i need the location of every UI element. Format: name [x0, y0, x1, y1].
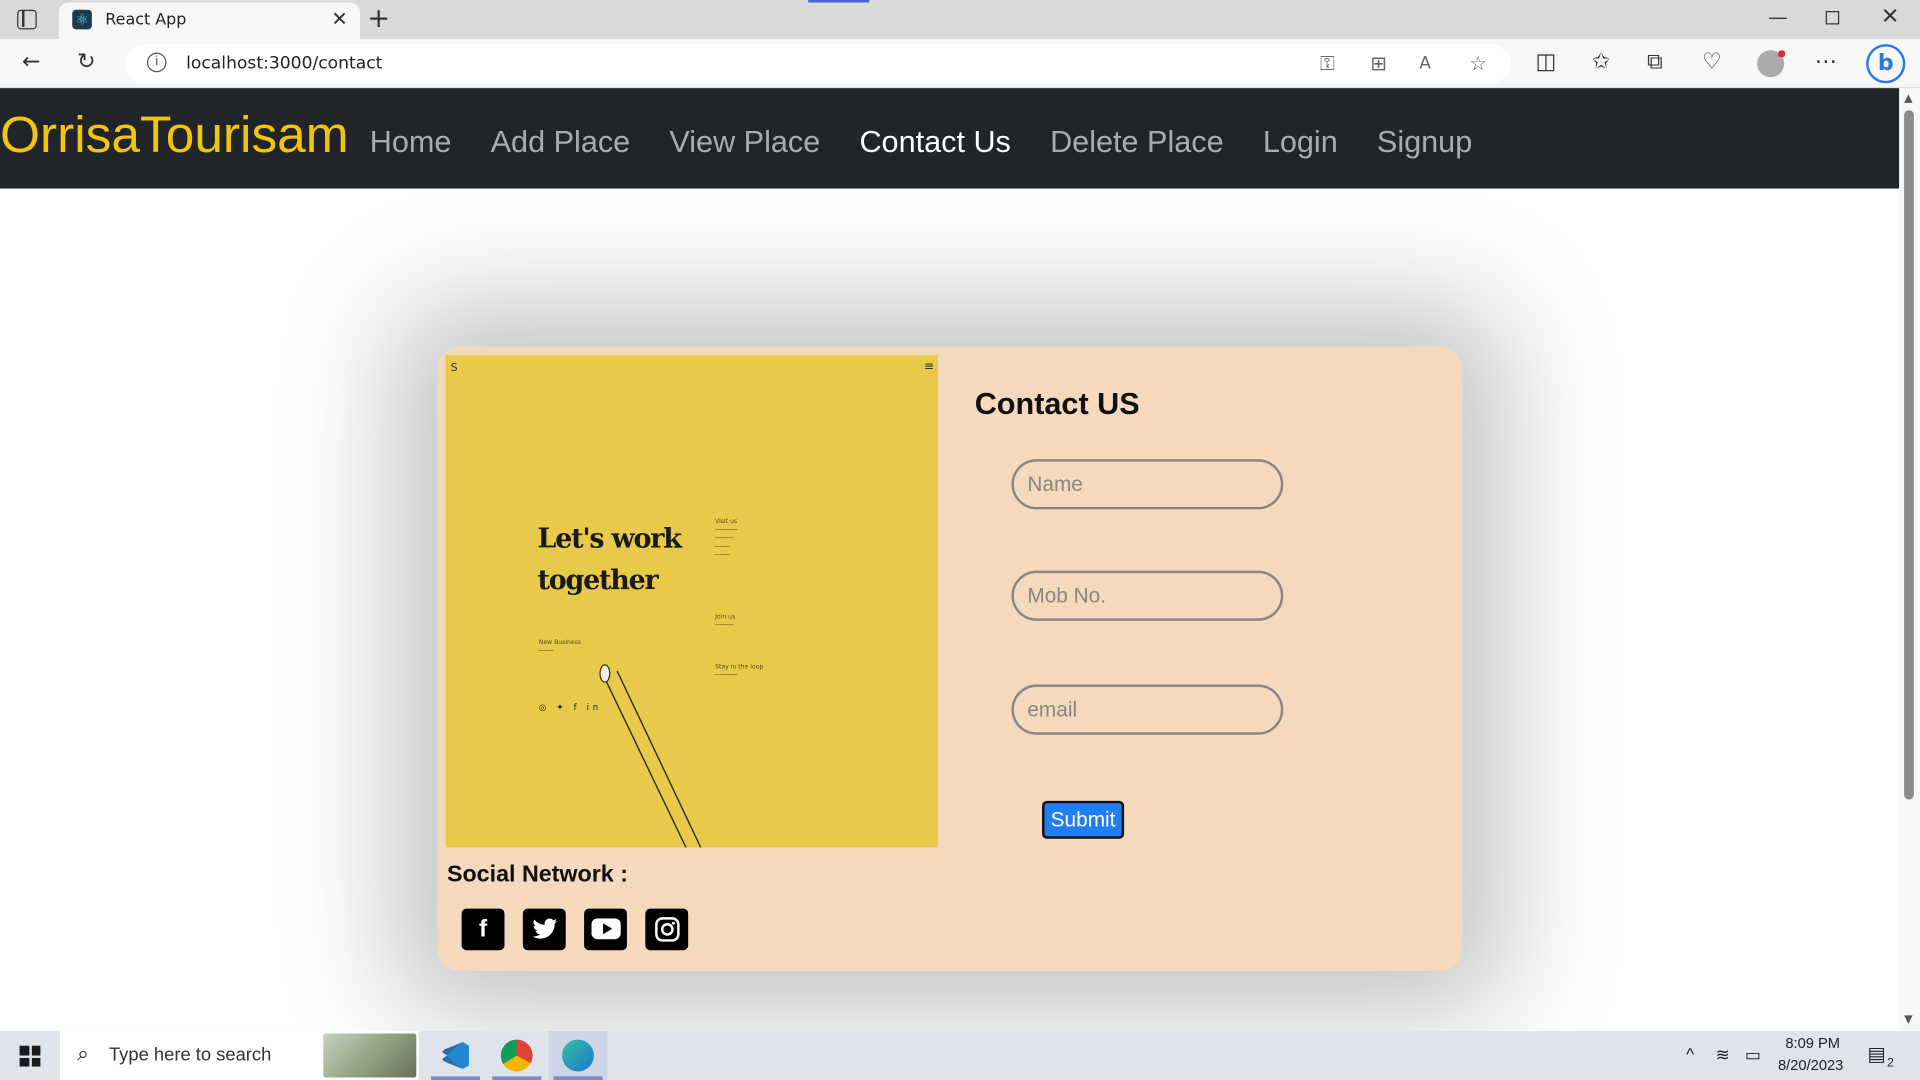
- window-restore-button[interactable]: [1825, 11, 1840, 25]
- tray-overflow-icon[interactable]: ^: [1686, 1044, 1694, 1064]
- poster-visit-block: Visit us ────── ───── ──── ────: [715, 517, 738, 560]
- chrome-taskbar-icon[interactable]: [487, 1031, 546, 1080]
- windows-start-icon[interactable]: [19, 1045, 41, 1067]
- twitter-icon[interactable]: [522, 908, 566, 951]
- poster-join-block: Join us ─────: [715, 613, 736, 630]
- brand-logo[interactable]: OrrisaTourisam: [0, 105, 349, 164]
- poster-loop-block: Stay in the loop ──────: [715, 663, 764, 680]
- browser-toolbar: ← ↻ i localhost:3000/contact ⚿ ⊞ A ☆ ◫ ✩…: [0, 39, 1920, 89]
- tab-actions-icon[interactable]: [17, 9, 37, 30]
- taskbar-search-placeholder[interactable]: Type here to search: [109, 1044, 271, 1065]
- nav-view-place[interactable]: View Place: [669, 125, 820, 161]
- notification-count: 2: [1886, 1056, 1894, 1071]
- loading-indicator: [808, 0, 870, 3]
- back-icon[interactable]: ←: [22, 49, 40, 76]
- youtube-icon[interactable]: [584, 908, 627, 951]
- scroll-down-icon[interactable]: ▼: [1904, 1014, 1912, 1026]
- nav-contact-us[interactable]: Contact Us: [859, 125, 1010, 161]
- contact-form-title: Contact US: [974, 386, 1140, 422]
- poster-headline: Let's work together: [537, 522, 682, 597]
- edge-taskbar-icon[interactable]: [548, 1031, 608, 1080]
- page-scrollbar[interactable]: ▲ ▼: [1899, 88, 1920, 1032]
- favorites-icon[interactable]: ✩: [1592, 49, 1610, 76]
- instagram-icon[interactable]: [645, 908, 689, 951]
- browser-tab[interactable]: ⚛ React App ✕: [58, 2, 361, 40]
- clock-time[interactable]: 8:09 PM: [1785, 1035, 1840, 1052]
- social-network-title: Social Network :: [446, 862, 628, 888]
- window-minimize-button[interactable]: —: [1768, 5, 1788, 28]
- clock-date[interactable]: 8/20/2023: [1778, 1057, 1843, 1074]
- scroll-up-icon[interactable]: ▲: [1904, 93, 1912, 105]
- email-input[interactable]: [1011, 684, 1284, 735]
- poster-menu-icon: ≡: [924, 360, 935, 374]
- nav-add-place[interactable]: Add Place: [491, 125, 631, 161]
- nav-links: Home Add Place View Place Contact Us Del…: [370, 125, 1512, 161]
- notifications-icon[interactable]: ▤: [1867, 1042, 1886, 1066]
- contact-card: S ≡ Let's work together Visit us ────── ──…: [437, 346, 1463, 972]
- key-icon[interactable]: ⚿: [1320, 51, 1335, 75]
- read-aloud-icon[interactable]: A: [1419, 54, 1431, 74]
- submit-button[interactable]: Submit: [1042, 800, 1125, 839]
- split-screen-icon[interactable]: ◫: [1536, 49, 1557, 76]
- poster-business-block: New Business ────: [538, 639, 582, 656]
- favorite-star-icon[interactable]: ☆: [1469, 51, 1487, 74]
- wifi-icon[interactable]: ≋: [1716, 1044, 1730, 1065]
- facebook-icon[interactable]: f: [461, 908, 505, 951]
- nav-signup[interactable]: Signup: [1377, 125, 1472, 161]
- apps-icon[interactable]: ⊞: [1370, 51, 1386, 74]
- url-text[interactable]: localhost:3000/contact: [186, 54, 382, 74]
- reload-icon[interactable]: ↻: [77, 49, 95, 76]
- tab-title: React App: [105, 11, 187, 30]
- nav-delete-place[interactable]: Delete Place: [1050, 125, 1224, 161]
- screen: ⚛ React App ✕ + — ✕ ← ↻ i localhost:3000…: [0, 0, 1920, 1080]
- search-icon: ⌕: [77, 1042, 89, 1067]
- tab-close-icon[interactable]: ✕: [331, 7, 347, 30]
- windows-taskbar: ⌕ Type here to search ^ ≋ ▭ 8:09 PM 8/20…: [0, 1031, 1920, 1080]
- name-input[interactable]: [1011, 459, 1284, 510]
- react-favicon-icon: ⚛: [72, 9, 92, 30]
- window-close-button[interactable]: ✕: [1881, 4, 1899, 30]
- copilot-icon[interactable]: b: [1866, 44, 1906, 84]
- more-menu-icon[interactable]: ⋯: [1815, 49, 1837, 76]
- collections-icon[interactable]: ⧉: [1647, 49, 1663, 76]
- site-info-icon[interactable]: i: [146, 52, 167, 73]
- contact-poster-image: S ≡ Let's work together Visit us ────── ──…: [445, 355, 938, 848]
- scroll-thumb[interactable]: [1904, 110, 1914, 800]
- nav-home[interactable]: Home: [370, 125, 452, 161]
- new-tab-button[interactable]: +: [367, 4, 390, 35]
- profile-badge-icon: [1777, 50, 1786, 58]
- search-highlight-image: [323, 1033, 417, 1078]
- social-icons-row: f: [461, 908, 689, 951]
- browser-essentials-icon[interactable]: ♡: [1702, 49, 1722, 76]
- mobile-input[interactable]: [1011, 570, 1284, 621]
- taskbar-search-box[interactable]: ⌕ Type here to search: [60, 1031, 419, 1080]
- nav-login[interactable]: Login: [1263, 125, 1338, 161]
- address-bar[interactable]: i localhost:3000/contact ⚿ ⊞ A ☆: [124, 44, 1512, 84]
- pencil-illustration: [599, 664, 702, 848]
- app-navbar: OrrisaTourisam Home Add Place View Place…: [0, 88, 1900, 189]
- browser-tab-bar: ⚛ React App ✕ + — ✕: [0, 0, 1920, 40]
- battery-icon[interactable]: ▭: [1745, 1044, 1761, 1065]
- vscode-taskbar-icon[interactable]: [426, 1031, 485, 1080]
